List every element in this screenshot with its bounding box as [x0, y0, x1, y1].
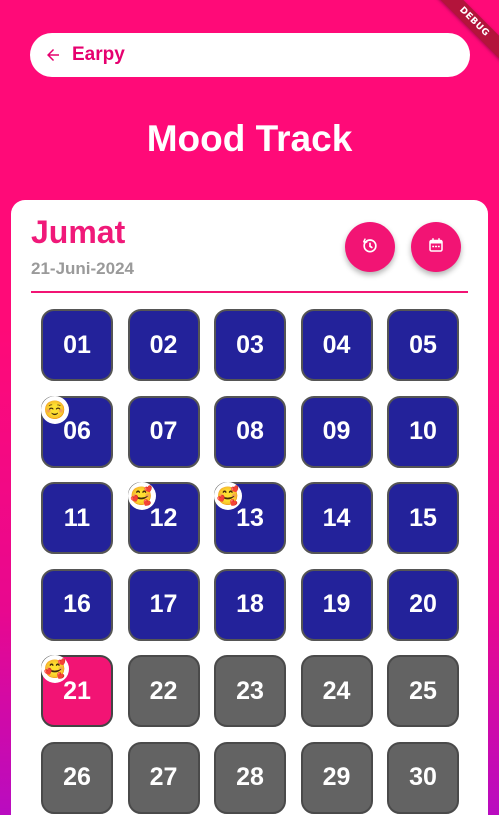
day-cell-27[interactable]: 27 — [127, 741, 200, 814]
day-number: 24 — [322, 676, 351, 705]
day-number: 10 — [409, 417, 437, 445]
day-cell-22[interactable]: 22 — [127, 655, 200, 727]
day-grid: 01 02 03 04 05 06 ☺️ 07 08 09 10 11 12 🥰 13 🥰 14 15 16 17 18… — [41, 309, 459, 814]
day-number: 12 — [149, 503, 178, 532]
day-number: 22 — [149, 676, 178, 705]
day-number: 28 — [236, 763, 264, 791]
day-number: 06 — [63, 417, 91, 445]
day-number: 04 — [322, 330, 351, 359]
day-cell-13[interactable]: 13 🥰 — [214, 482, 286, 554]
timer-reset-icon — [360, 235, 380, 260]
day-number: 02 — [149, 330, 178, 359]
day-number: 01 — [63, 330, 91, 359]
day-cell-30[interactable]: 30 — [387, 741, 459, 814]
day-cell-17[interactable]: 17 — [127, 568, 200, 641]
day-cell-06[interactable]: 06 ☺️ — [41, 395, 113, 468]
day-number: 13 — [236, 503, 264, 532]
day-cell-28[interactable]: 28 — [214, 741, 286, 814]
header-divider — [31, 291, 468, 293]
current-date: 21-Juni-2024 — [31, 259, 134, 278]
day-cell-21[interactable]: 21 🥰 — [41, 655, 113, 727]
day-cell-09[interactable]: 09 — [300, 395, 373, 468]
day-number: 21 — [63, 676, 91, 705]
day-cell-05[interactable]: 05 — [387, 309, 459, 381]
day-cell-01[interactable]: 01 — [41, 309, 113, 381]
page-title: Mood Track — [146, 118, 353, 159]
day-number: 15 — [409, 503, 437, 532]
day-cell-04[interactable]: 04 — [300, 309, 373, 381]
day-number: 16 — [63, 590, 91, 618]
day-number: 07 — [149, 417, 178, 445]
day-cell-10[interactable]: 10 — [387, 395, 459, 468]
day-cell-25[interactable]: 25 — [387, 655, 459, 727]
arrow-left-icon[interactable] — [42, 44, 64, 66]
day-number: 11 — [63, 503, 91, 532]
day-number: 20 — [409, 590, 437, 618]
mood-calendar-card: Jumat 21-Juni-2024 01 02 03 04 05 06 ☺️ 07 08 09 — [11, 200, 488, 815]
day-number: 17 — [149, 590, 178, 618]
day-cell-15[interactable]: 15 — [387, 482, 459, 554]
mood-emoji-badge: 🥰 — [127, 482, 156, 510]
mood-emoji-badge: 🥰 — [214, 482, 242, 510]
app-bar: Earpy — [30, 33, 470, 77]
day-number: 26 — [63, 763, 91, 791]
day-number: 03 — [236, 330, 264, 359]
day-cell-07[interactable]: 07 — [127, 395, 200, 468]
reset-button[interactable] — [345, 222, 395, 272]
day-cell-24[interactable]: 24 — [300, 655, 373, 727]
mood-emoji-badge: 🥰 — [41, 655, 69, 683]
calendar-icon — [427, 236, 445, 259]
calendar-button[interactable] — [411, 222, 461, 272]
mood-emoji-badge: ☺️ — [41, 395, 69, 424]
day-number: 14 — [322, 503, 351, 532]
day-number: 05 — [409, 330, 437, 359]
day-number: 29 — [322, 763, 351, 791]
day-number: 19 — [322, 590, 351, 618]
day-cell-20[interactable]: 20 — [387, 568, 459, 641]
day-name: Jumat — [31, 214, 126, 250]
day-cell-02[interactable]: 02 — [127, 309, 200, 381]
app-name: Earpy — [72, 44, 125, 65]
day-number: 30 — [409, 763, 437, 791]
day-number: 25 — [409, 676, 437, 705]
day-number: 27 — [149, 763, 178, 791]
day-cell-03[interactable]: 03 — [214, 309, 286, 381]
day-number: 18 — [236, 590, 264, 618]
day-cell-23[interactable]: 23 — [214, 655, 286, 727]
day-number: 23 — [236, 676, 264, 705]
day-cell-26[interactable]: 26 — [41, 741, 113, 814]
day-number: 09 — [322, 417, 351, 445]
day-cell-12[interactable]: 12 🥰 — [127, 482, 200, 554]
day-cell-19[interactable]: 19 — [300, 568, 373, 641]
day-cell-08[interactable]: 08 — [214, 395, 286, 468]
day-cell-16[interactable]: 16 — [41, 568, 113, 641]
day-cell-14[interactable]: 14 — [300, 482, 373, 554]
day-cell-18[interactable]: 18 — [214, 568, 286, 641]
day-cell-11[interactable]: 11 — [41, 482, 113, 554]
day-number: 08 — [236, 417, 264, 445]
day-cell-29[interactable]: 29 — [300, 741, 373, 814]
